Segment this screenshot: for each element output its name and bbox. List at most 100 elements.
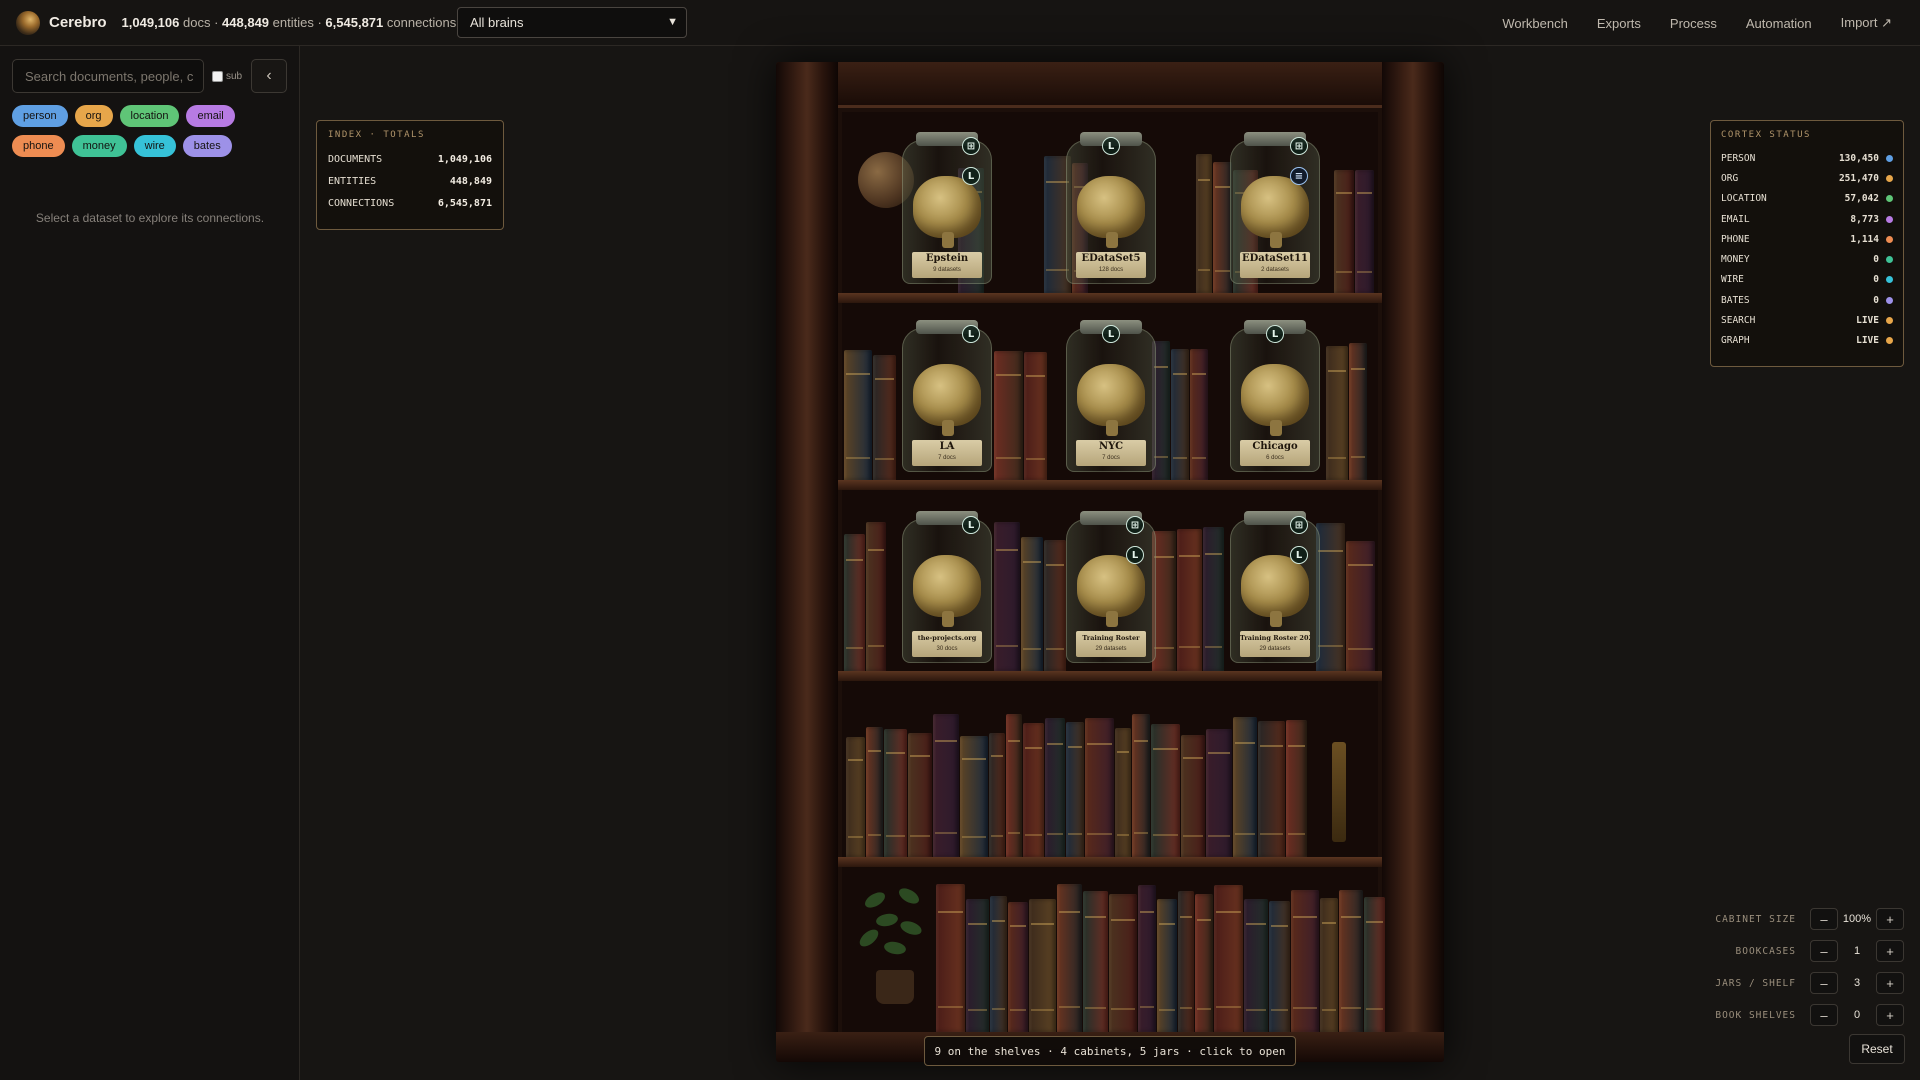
cortex-status-value: 1,114 [1850, 233, 1879, 245]
brain-stem [1270, 611, 1282, 627]
book-spine [1083, 891, 1108, 1032]
cortex-status-value: 57,042 [1844, 193, 1879, 205]
l-badge-icon[interactable]: L [1290, 546, 1308, 564]
book-spine [1132, 714, 1150, 857]
nav-exports[interactable]: Exports [1597, 16, 1641, 31]
control-value: 100% [1842, 913, 1872, 925]
decrease-book-shelves-button[interactable]: – [1810, 1004, 1838, 1026]
cortex-status-value: 8,773 [1850, 213, 1879, 225]
increase-jars-shelf-button[interactable]: + [1876, 972, 1904, 994]
filter-chip-location[interactable]: location [119, 105, 180, 127]
app-name[interactable]: Cerebro [49, 14, 107, 31]
search-placeholder: Search documents, people, c [25, 68, 194, 84]
book-spine [1334, 170, 1354, 293]
decrease-jars-shelf-button[interactable]: – [1810, 972, 1838, 994]
book-spine [1190, 349, 1208, 480]
book-spine [1066, 722, 1084, 857]
brain-jar-nyc[interactable]: NYC 7 docs L [1066, 320, 1156, 472]
status-dot-icon [1886, 296, 1893, 304]
brain-stem [942, 420, 954, 436]
increase-cabinet-size-button[interactable]: + [1876, 908, 1904, 930]
cortex-status-label: MONEY [1721, 254, 1750, 266]
shelf-board [838, 293, 1382, 303]
reset-button[interactable]: Reset [1849, 1034, 1905, 1064]
brain-icon [1077, 364, 1145, 426]
decrease-cabinet-size-button[interactable]: – [1810, 908, 1838, 930]
brain-jar-la[interactable]: LA 7 docs L [902, 320, 992, 472]
jar-label: Training Roster 2025-10-28 29 datasets [1240, 631, 1310, 657]
grid-badge-icon[interactable]: ⊞ [1290, 516, 1308, 534]
decrease-bookcases-button[interactable]: – [1810, 940, 1838, 962]
brain-jar-edataset5[interactable]: EDataSet5 128 docs L [1066, 132, 1156, 284]
brain-logo-icon[interactable] [16, 10, 40, 35]
top-bar: Cerebro 1,049,106 docs · 448,849 entitie… [0, 0, 1920, 46]
brain-stem [1106, 232, 1118, 248]
cabinet-right-pillar [1382, 62, 1444, 1062]
book-spine [1045, 718, 1065, 857]
docs-label: docs [183, 15, 211, 30]
book-spine [884, 729, 907, 857]
search-input[interactable]: Search documents, people, c [12, 59, 204, 93]
brain-icon [1241, 555, 1309, 617]
jar-label: Epstein 9 datasets [912, 252, 982, 278]
increase-book-shelves-button[interactable]: + [1876, 1004, 1904, 1026]
grid-badge-icon[interactable]: ⊞ [962, 137, 980, 155]
brain-select[interactable]: All brains ▼ [457, 7, 687, 38]
list-badge-icon[interactable]: ≡ [1290, 167, 1308, 185]
cortex-status-row: BATES 0 [1721, 290, 1893, 310]
cabinet-left-pillar [776, 62, 838, 1062]
book-spine [1115, 728, 1131, 857]
grid-badge-icon[interactable]: ⊞ [1126, 516, 1144, 534]
nav-import[interactable]: Import ↗ [1841, 15, 1892, 31]
collapse-sidebar-button[interactable]: ‹ [251, 59, 287, 93]
filter-chip-bates[interactable]: bates [182, 135, 232, 157]
jar-count: 7 docs [1102, 455, 1120, 461]
nav-workbench[interactable]: Workbench [1502, 16, 1568, 31]
l-badge-icon[interactable]: L [962, 167, 980, 185]
filter-chip-org[interactable]: org [74, 105, 113, 127]
brain-jar-training-roster[interactable]: Training Roster 29 datasets ⊞ L [1066, 511, 1156, 663]
brain-jar-epstein[interactable]: Epstein 9 datasets ⊞ L [902, 132, 992, 284]
increase-bookcases-button[interactable]: + [1876, 940, 1904, 962]
sub-toggle[interactable]: sub [212, 71, 242, 82]
jar-name: NYC [1098, 441, 1124, 452]
book-spine [1258, 721, 1285, 857]
cortex-status-rows: PERSON 130,450 ORG 251,470 LOCATION 57,042 EMA… [1721, 148, 1893, 351]
cortex-status-row: MONEY 0 [1721, 249, 1893, 269]
sub-checkbox[interactable] [212, 71, 223, 82]
filter-chip-money[interactable]: money [71, 135, 127, 157]
book-spine [846, 737, 865, 857]
filter-chip-email[interactable]: email [186, 105, 235, 127]
l-badge-icon[interactable]: L [1102, 325, 1120, 343]
control-value: 1 [1853, 945, 1861, 957]
book-spine [1151, 724, 1180, 857]
l-badge-icon[interactable]: L [1266, 325, 1284, 343]
book-spine [844, 350, 872, 480]
nav-process[interactable]: Process [1670, 16, 1717, 31]
filter-chip-wire[interactable]: wire [133, 135, 176, 157]
filter-chip-person[interactable]: person [12, 105, 68, 127]
brain-jar-the-projects-org[interactable]: the-projects.org 30 docs L [902, 511, 992, 663]
jar-name: Training Roster [1082, 634, 1140, 642]
book-spine [1029, 899, 1056, 1032]
jar-label: the-projects.org 30 docs [912, 631, 982, 657]
brain-stem [1106, 611, 1118, 627]
cortex-status-row: ORG 251,470 [1721, 168, 1893, 188]
nav-automation[interactable]: Automation [1746, 16, 1812, 31]
brain-icon [913, 364, 981, 426]
l-badge-icon[interactable]: L [962, 325, 980, 343]
jar-label: LA 7 docs [912, 440, 982, 466]
l-badge-icon[interactable]: L [962, 516, 980, 534]
cortex-status-title: CORTEX STATUS [1721, 130, 1811, 140]
brain-jar-chicago[interactable]: Chicago 6 docs L [1230, 320, 1320, 472]
grid-badge-icon[interactable]: ⊞ [1290, 137, 1308, 155]
l-badge-icon[interactable]: L [1102, 137, 1120, 155]
brain-jar-training-roster-2025-10-28[interactable]: Training Roster 2025-10-28 29 datasets ⊞ L [1230, 511, 1320, 663]
brain-jar-edataset11[interactable]: EDataSet11 2 datasets ⊞ ≡ [1230, 132, 1320, 284]
filter-chip-phone[interactable]: phone [12, 135, 65, 157]
cortex-status-value: 251,470 [1838, 172, 1879, 184]
entities-label: entities [272, 15, 314, 30]
l-badge-icon[interactable]: L [1126, 546, 1144, 564]
cortex-status-row: LOCATION 57,042 [1721, 189, 1893, 209]
cortex-status-panel: CORTEX STATUS PERSON 130,450 ORG 251,470 LOC… [1710, 120, 1904, 367]
